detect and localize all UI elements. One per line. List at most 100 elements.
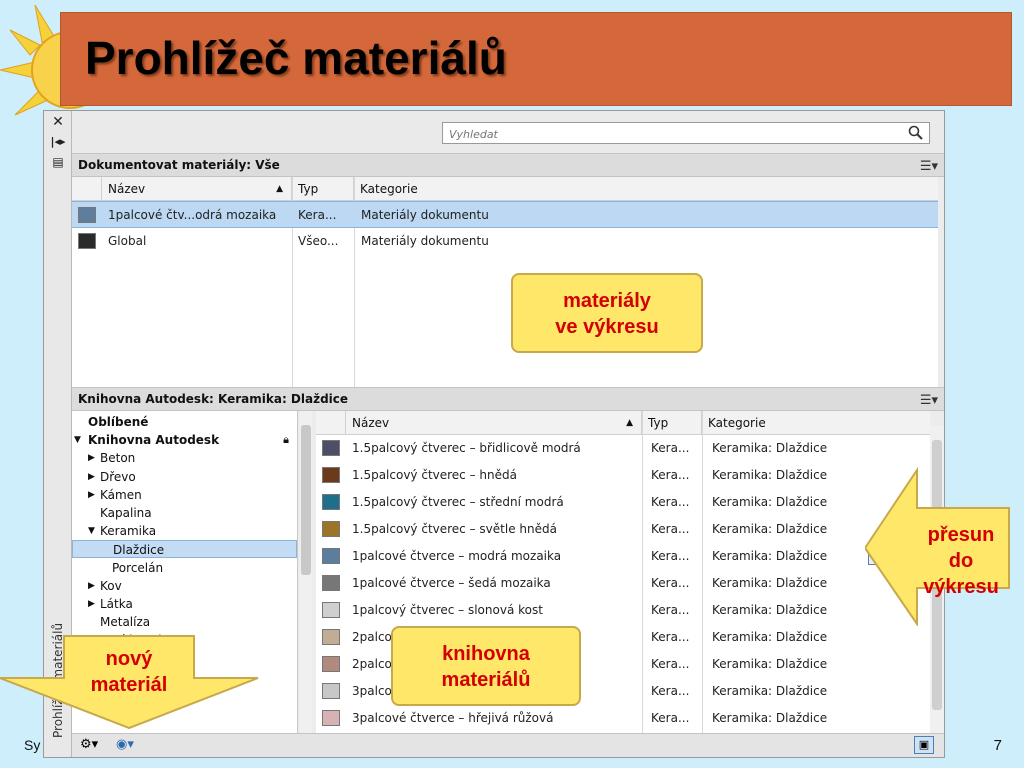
search-icon[interactable] — [908, 125, 924, 141]
material-swatch-icon — [322, 467, 340, 483]
tree-item[interactable]: ▶ Kov — [72, 577, 297, 595]
material-swatch-icon — [78, 207, 96, 223]
material-category: Materiály dokumentu — [361, 208, 489, 222]
library-material-row[interactable]: 1palcové čtverce – šedá mozaika Kera... Ke… — [316, 570, 930, 597]
tree-item[interactable]: ▶ Beton — [72, 449, 297, 467]
slide-title-bar: Prohlížeč materiálů — [60, 12, 1012, 106]
tree-item[interactable]: Oblíbené — [72, 413, 297, 431]
material-category: Keramika: Dlaždice — [712, 711, 828, 725]
tree-item-label: Keramika — [100, 524, 157, 539]
lib-sort-ascending-icon: ▲ — [626, 418, 633, 428]
lib-column-category[interactable]: Kategorie — [702, 411, 930, 435]
tree-item[interactable]: ▶ Látka — [72, 595, 297, 613]
column-name-label: Název — [108, 182, 146, 196]
callout-library: knihovna materiálů — [391, 626, 581, 706]
material-swatch-icon — [322, 440, 340, 456]
tree-item-label: Beton — [100, 451, 136, 466]
tree-item-label: Látka — [100, 597, 133, 611]
library-view-options-icon[interactable]: ☰▾ — [920, 390, 938, 412]
document-material-row[interactable]: Global Všeo... Materiály dokumentu — [72, 228, 938, 255]
material-type: Kera... — [651, 657, 690, 671]
lib-column-name[interactable]: Název ▲ — [346, 411, 642, 435]
properties-icon[interactable]: ▤ — [48, 153, 68, 171]
library-material-row[interactable]: 1.5palcový čtverec – střední modrá Kera..… — [316, 489, 930, 516]
material-type: Všeo... — [298, 234, 339, 248]
slide-title: Prohlížeč materiálů — [85, 32, 507, 84]
callout-new-material: nový materiál — [90, 648, 168, 696]
material-name: 1palcové čtverce – šedá mozaika — [352, 576, 551, 590]
material-type: Kera... — [651, 684, 690, 698]
tree-item[interactable]: ▶ Kámen — [72, 486, 297, 504]
bottom-toolbar: ⚙▾ ◉▾ ▣ — [72, 733, 944, 757]
document-material-row[interactable]: 1palcové čtv...odrá mozaika Kera... Materi… — [72, 201, 938, 228]
material-category: Keramika: Dlaždice — [712, 684, 828, 698]
collapsed-arrow-icon[interactable]: ▶ — [88, 595, 95, 613]
material-swatch-icon — [78, 233, 96, 249]
column-name[interactable]: Název ▲ — [102, 177, 292, 201]
sort-ascending-icon: ▲ — [276, 184, 283, 194]
expanded-arrow-icon[interactable]: ▼ — [88, 522, 95, 540]
tree-item-label: Knihovna Autodesk — [88, 433, 220, 448]
tree-item-label: Oblíbené — [88, 415, 149, 429]
create-material-icon[interactable]: ◉▾ — [116, 737, 134, 752]
material-category: Keramika: Dlaždice — [712, 630, 828, 644]
library-material-row[interactable]: 1.5palcový čtverec – světle hnědá Kera...… — [316, 516, 930, 543]
material-type: Kera... — [651, 522, 690, 536]
material-type: Kera... — [651, 603, 690, 617]
lock-icon: 🔒︎ — [283, 433, 289, 447]
column-type[interactable]: Typ — [292, 177, 354, 201]
library-material-row[interactable]: 1palcový čtverec – slonová kost Kera... Ke… — [316, 597, 930, 624]
tree-item[interactable]: Metalíza — [72, 613, 297, 631]
material-type: Kera... — [651, 711, 690, 725]
column-category[interactable]: Kategorie — [354, 177, 938, 201]
search-input[interactable] — [443, 124, 893, 145]
manage-library-icon[interactable]: ⚙▾ — [80, 737, 98, 752]
material-name: 1.5palcový čtverec – střední modrá — [352, 495, 564, 509]
close-icon[interactable]: ✕ — [48, 113, 68, 131]
tree-scrollbar[interactable] — [300, 411, 312, 733]
material-swatch-icon — [322, 629, 340, 645]
library-material-row[interactable]: 1.5palcový čtverec – břidlicově modrá Ker… — [316, 435, 930, 462]
document-materials-header: Dokumentovat materiály: Vše ☰▾ — [72, 153, 944, 177]
material-type: Kera... — [298, 208, 337, 222]
material-type: Kera... — [651, 549, 690, 563]
collapsed-arrow-icon[interactable]: ▶ — [88, 486, 95, 504]
library-material-row[interactable]: 1.5palcový čtverec – hnědá Kera... Keramik… — [316, 462, 930, 489]
material-swatch-icon — [322, 710, 340, 726]
collapsed-arrow-icon[interactable]: ▶ — [88, 468, 95, 486]
search-box[interactable] — [442, 122, 930, 145]
collapsed-arrow-icon[interactable]: ▶ — [88, 449, 95, 467]
tree-item[interactable]: Kapalina — [72, 504, 297, 522]
material-swatch-icon — [322, 494, 340, 510]
tree-item[interactable]: ▶ Dřevo — [72, 468, 297, 486]
lib-column-type[interactable]: Typ — [642, 411, 702, 435]
tree-item-label: Kapalina — [100, 506, 152, 520]
collapsed-arrow-icon[interactable]: ▶ — [88, 577, 95, 595]
tree-item-label: Kámen — [100, 487, 142, 502]
material-category: Materiály dokumentu — [361, 234, 489, 248]
material-swatch-icon — [322, 521, 340, 537]
library-material-row[interactable]: 3palcové čtverce – hřejivá růžová Kera...… — [316, 705, 930, 732]
tree-item[interactable]: Dlaždice — [72, 540, 297, 559]
library-material-row[interactable]: 1palcové čtverce – modrá mozaika Kera... K… — [316, 543, 930, 570]
editor-toggle-icon[interactable]: ▣ — [914, 736, 934, 754]
search-row — [72, 111, 944, 153]
material-type: Kera... — [651, 441, 690, 455]
tree-item[interactable]: ▼ Knihovna Autodesk 🔒︎ — [72, 431, 297, 449]
material-name: 3palcové čtverce – hřejivá růžová — [352, 711, 554, 725]
material-type: Kera... — [651, 630, 690, 644]
material-name: 1.5palcový čtverec – hnědá — [352, 468, 517, 482]
tree-item[interactable]: ▼ Keramika — [72, 522, 297, 540]
autohide-icon[interactable]: |◂▸ — [48, 133, 68, 151]
material-name: 1palcové čtv...odrá mozaika — [108, 208, 277, 222]
material-type: Kera... — [651, 468, 690, 482]
tree-item[interactable]: Porcelán — [72, 559, 297, 577]
material-swatch-icon — [322, 548, 340, 564]
view-options-icon[interactable]: ☰▾ — [920, 156, 938, 178]
tree-item-label: Dřevo — [100, 469, 136, 484]
material-swatch-icon — [322, 602, 340, 618]
callout-move-to-drawing: přesun do výkresu — [923, 524, 999, 598]
expanded-arrow-icon[interactable]: ▼ — [74, 431, 81, 449]
material-type: Kera... — [651, 576, 690, 590]
tree-item-label: Kov — [100, 578, 122, 593]
